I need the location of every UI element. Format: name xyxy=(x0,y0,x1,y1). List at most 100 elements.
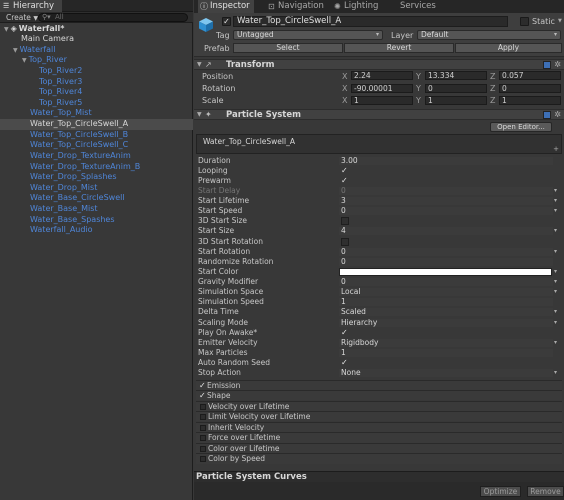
hierarchy-item[interactable]: Main Camera xyxy=(0,34,193,45)
help-book-icon[interactable] xyxy=(543,61,551,69)
property-value-field[interactable] xyxy=(339,227,553,236)
hierarchy-item[interactable]: ▼ ◈ Waterfall* xyxy=(0,24,193,35)
transform-z-field[interactable]: 0 xyxy=(499,83,561,93)
hierarchy-item[interactable]: Water_Drop_TextureAnim xyxy=(0,151,193,162)
chevron-down-icon[interactable]: ▾ xyxy=(554,196,557,206)
module-enabled-checkbox[interactable] xyxy=(200,445,206,452)
module-row[interactable]: ✓ Emission xyxy=(196,379,562,390)
transform-y-field[interactable]: 0 xyxy=(425,83,487,93)
prefab-apply-button[interactable]: Apply xyxy=(455,43,562,53)
module-enabled-checkbox[interactable]: ✓ xyxy=(199,392,207,400)
property-value-field[interactable] xyxy=(339,156,553,165)
chevron-down-icon[interactable]: ▾ xyxy=(554,206,557,216)
property-value-field[interactable] xyxy=(339,207,553,216)
transform-z-field[interactable]: 0.057 xyxy=(499,71,561,80)
property-value-field[interactable] xyxy=(339,298,553,307)
property-checkbox[interactable]: ✓ xyxy=(341,166,349,175)
tag-dropdown[interactable]: Untagged ▾ xyxy=(233,30,383,40)
open-editor-button[interactable]: Open Editor... xyxy=(490,122,552,132)
module-enabled-checkbox[interactable] xyxy=(200,403,206,410)
transform-x-field[interactable]: 1 xyxy=(351,95,413,105)
module-row[interactable]: Force over Lifetime xyxy=(196,432,562,443)
object-name-field[interactable]: Water_Top_CircleSwell_A xyxy=(233,16,508,27)
gear-icon[interactable]: ✲ xyxy=(554,60,561,70)
hierarchy-item[interactable]: Water_Top_CircleSwell_A xyxy=(0,119,193,130)
tab-services[interactable]: Services xyxy=(388,0,438,13)
chevron-down-icon[interactable]: ▾ xyxy=(554,277,557,287)
hierarchy-item[interactable]: Top_River4 xyxy=(0,87,193,98)
tab-lighting[interactable]: ✺ Lighting xyxy=(332,0,388,13)
hierarchy-item[interactable]: Top_River3 xyxy=(0,77,193,88)
axis-label[interactable]: Z xyxy=(490,72,495,81)
hierarchy-item[interactable]: ▼ Top_River xyxy=(0,55,193,66)
chevron-down-icon[interactable]: ▾ xyxy=(554,338,557,348)
module-enabled-checkbox[interactable]: ✓ xyxy=(199,381,207,390)
hierarchy-item[interactable]: Water_Drop_TextureAnim_B xyxy=(0,162,193,173)
static-checkbox[interactable] xyxy=(520,17,529,26)
tab-hierarchy[interactable]: ☰ Hierarchy xyxy=(0,0,62,12)
module-row[interactable]: Inherit Velocity xyxy=(196,421,562,432)
hierarchy-item[interactable]: Water_Drop_Mist xyxy=(0,183,193,194)
property-checkbox[interactable]: ✓ xyxy=(341,176,349,185)
axis-label[interactable]: X xyxy=(342,96,347,105)
prefab-revert-button[interactable]: Revert xyxy=(344,43,454,53)
hierarchy-item[interactable]: Water_Top_Mist xyxy=(0,108,193,119)
property-value-field[interactable] xyxy=(339,186,553,195)
plus-icon[interactable]: + xyxy=(553,145,559,153)
property-value-field[interactable] xyxy=(339,257,553,266)
active-checkbox[interactable]: ✓ xyxy=(222,17,231,26)
hierarchy-item[interactable]: Waterfall_Audio xyxy=(0,225,193,236)
expand-triangle-icon[interactable]: ▼ xyxy=(13,47,18,54)
module-row[interactable]: Color over Lifetime xyxy=(196,442,562,454)
axis-label[interactable]: X xyxy=(342,84,347,93)
chevron-down-icon[interactable]: ▼ xyxy=(558,18,562,24)
create-button[interactable]: Create ▼ xyxy=(6,13,38,22)
property-value-field[interactable] xyxy=(339,247,553,256)
tab-navigation[interactable]: ⊡ Navigation xyxy=(266,0,328,13)
transform-z-field[interactable]: 1 xyxy=(499,95,561,105)
module-row[interactable]: Limit Velocity over Lifetime xyxy=(196,411,562,422)
module-row[interactable]: ✓ Shape xyxy=(196,390,562,401)
module-enabled-checkbox[interactable] xyxy=(200,435,206,442)
property-checkbox[interactable] xyxy=(341,237,349,246)
property-value-field[interactable] xyxy=(339,369,553,378)
particle-system-module-header[interactable]: Water_Top_CircleSwell_A + xyxy=(196,134,562,154)
hierarchy-item[interactable]: Top_River5 xyxy=(0,98,193,109)
hierarchy-item[interactable]: Water_Drop_Splashes xyxy=(0,172,193,183)
start-color-swatch[interactable] xyxy=(339,267,552,276)
hierarchy-item[interactable]: Water_Top_CircleSwell_B xyxy=(0,130,193,141)
axis-label[interactable]: Z xyxy=(490,84,495,93)
hierarchy-item[interactable]: ▼ Waterfall xyxy=(0,45,193,56)
property-value-field[interactable] xyxy=(339,308,553,317)
property-checkbox[interactable] xyxy=(341,217,349,226)
module-enabled-checkbox[interactable] xyxy=(200,456,206,463)
layer-dropdown[interactable]: Default ▾ xyxy=(417,30,561,40)
transform-component-header[interactable]: ▼ ↗ Transform ✲ xyxy=(194,59,564,70)
transform-y-field[interactable]: 1 xyxy=(425,95,487,105)
module-enabled-checkbox[interactable] xyxy=(200,414,206,421)
remove-button[interactable]: Remove xyxy=(527,486,564,497)
chevron-down-icon[interactable]: ▾ xyxy=(554,267,557,277)
chevron-down-icon[interactable]: ▾ xyxy=(554,247,557,257)
hierarchy-item[interactable]: Top_River2 xyxy=(0,66,193,77)
help-book-icon[interactable] xyxy=(543,111,551,119)
prefab-select-button[interactable]: Select xyxy=(233,43,343,53)
module-row[interactable]: Color by Speed xyxy=(196,453,562,464)
axis-label[interactable]: Y xyxy=(416,96,421,105)
expand-triangle-icon[interactable]: ▼ xyxy=(22,57,27,64)
axis-label[interactable]: Y xyxy=(416,84,421,93)
curves-header[interactable]: Particle System Curves xyxy=(194,471,564,482)
axis-label[interactable]: Y xyxy=(416,72,421,81)
property-checkbox[interactable]: ✓ xyxy=(341,328,349,337)
module-row[interactable]: Velocity over Lifetime xyxy=(196,400,562,411)
property-value-field[interactable] xyxy=(339,278,553,287)
property-value-field[interactable] xyxy=(339,197,553,206)
hierarchy-item[interactable]: Water_Base_Spashes xyxy=(0,215,193,226)
chevron-down-icon[interactable]: ▾ xyxy=(554,318,557,328)
particle-system-header[interactable]: ▼ ✦ Particle System ✲ xyxy=(194,109,564,120)
chevron-down-icon[interactable]: ▾ xyxy=(554,287,557,297)
property-value-field[interactable] xyxy=(339,288,553,297)
tab-inspector[interactable]: ⓘ Inspector xyxy=(198,0,254,13)
optimize-button[interactable]: Optimize xyxy=(480,486,521,497)
chevron-down-icon[interactable]: ▾ xyxy=(554,307,557,317)
